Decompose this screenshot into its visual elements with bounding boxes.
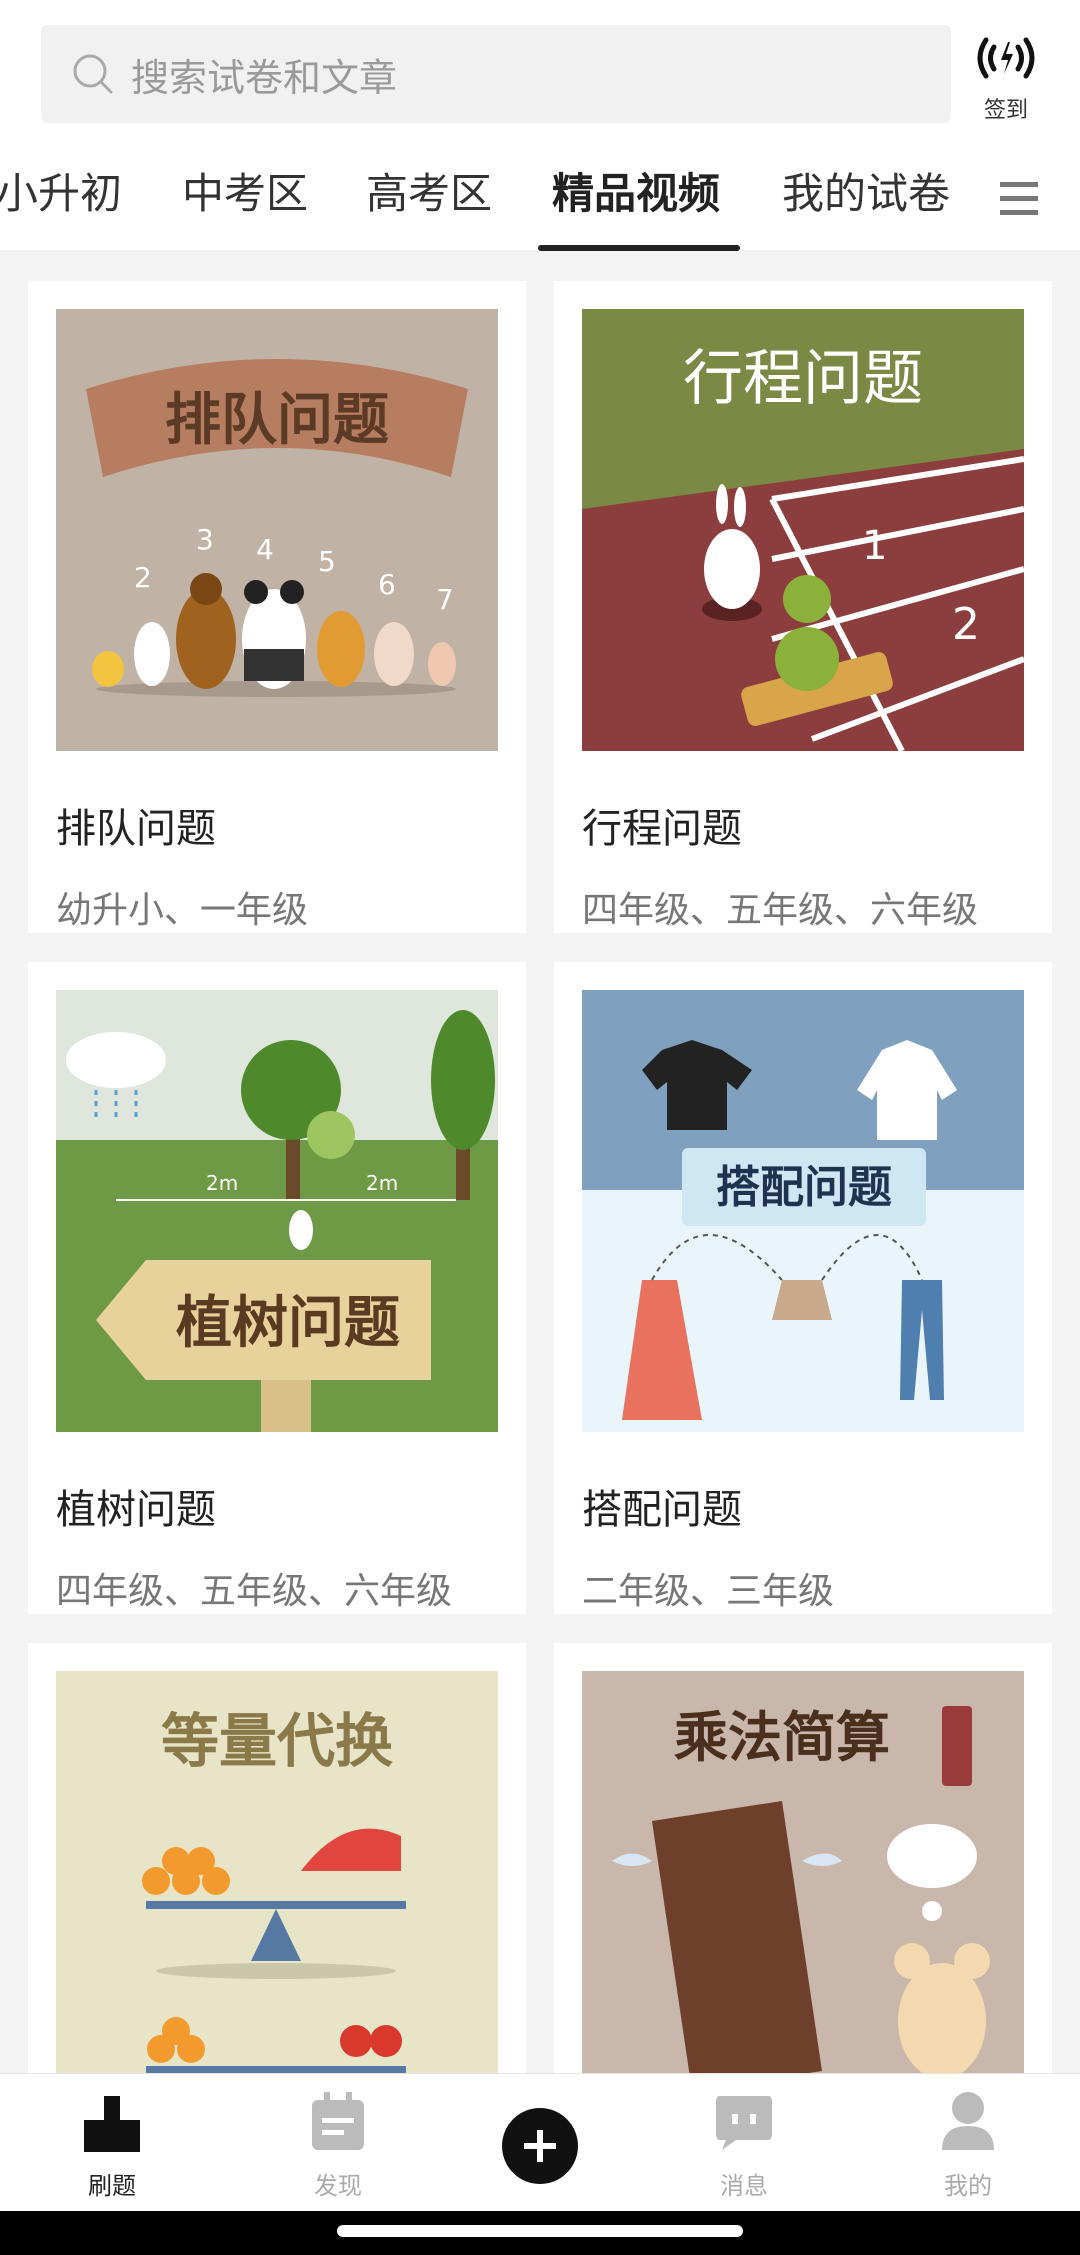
svg-text:2m: 2m [366, 1171, 398, 1195]
card-grades: 二年级、三年级 [582, 1571, 835, 1612]
person-icon [942, 2092, 994, 2150]
card-grades: 四年级、五年级、六年级 [582, 890, 979, 931]
video-thumbnail: 搭配问题 [582, 990, 1024, 1432]
nav-label: 刷题 [88, 2172, 136, 2200]
card-grades: 幼升小、一年级 [56, 890, 309, 931]
thumbnail-title: 植树问题 [176, 1291, 400, 1356]
nav-messages[interactable]: 消息 [664, 2074, 824, 2212]
search-icon [73, 54, 113, 94]
video-card[interactable]: 等量代换 [28, 1643, 526, 2143]
svg-text:2: 2 [952, 599, 980, 650]
video-thumbnail: 等量代换 [56, 1671, 498, 2101]
nav-label: 发现 [314, 2172, 362, 2200]
nav-me[interactable]: 我的 [888, 2074, 1048, 2212]
tab-zhongkao[interactable]: 中考区 [182, 160, 308, 221]
svg-text:1: 1 [862, 523, 887, 569]
video-card[interactable]: 行程问题 1 2 行程问题 四年级、五年级、六年级 [554, 281, 1052, 933]
tab-premium-video[interactable]: 精品视频 [552, 160, 720, 221]
card-title: 搭配问题 [582, 1487, 742, 1533]
svg-text:4: 4 [256, 533, 274, 566]
brush-icon [84, 2096, 140, 2152]
video-thumbnail: 2m 2m 植树问题 [56, 990, 498, 1432]
video-card[interactable]: 搭配问题 搭配问题 二年级、三年级 [554, 962, 1052, 1614]
tab-primary-to-junior[interactable]: 小升初 [0, 160, 122, 221]
nav-label: 消息 [720, 2172, 768, 2200]
menu-icon[interactable] [998, 178, 1040, 220]
search-input[interactable]: 搜索试卷和文章 [41, 25, 951, 123]
nav-discover[interactable]: 发现 [258, 2074, 418, 2212]
video-thumbnail: 排队问题 1 2 3 4 5 6 7 [56, 309, 498, 751]
bottom-nav: 刷题 发现 消息 我的 [0, 2073, 1080, 2212]
checkin-button[interactable]: 签到 [968, 30, 1044, 125]
svg-text:3: 3 [196, 523, 214, 556]
home-indicator-area [0, 2211, 1080, 2255]
svg-text:7: 7 [436, 583, 454, 616]
top-bar: 搜索试卷和文章 签到 小升初 中考区 高考区 精品视频 我的试卷 [0, 0, 1080, 251]
thumbnail-title: 排队问题 [165, 388, 389, 453]
card-title: 行程问题 [582, 806, 742, 852]
video-card[interactable]: 2m 2m 植树问题 植树问题 四年级、五年级、六年级 [28, 962, 526, 1614]
thumbnail-title: 搭配问题 [716, 1162, 892, 1213]
card-title: 植树问题 [56, 1487, 216, 1533]
card-title: 排队问题 [56, 806, 216, 852]
video-card[interactable]: 乘法简算 [554, 1643, 1052, 2143]
video-card[interactable]: 排队问题 1 2 3 4 5 6 7 排 [28, 281, 526, 933]
calendar-icon [312, 2092, 364, 2150]
svg-text:5: 5 [318, 545, 336, 578]
svg-text:2: 2 [134, 561, 152, 594]
tab-bar: 小升初 中考区 高考区 精品视频 我的试卷 [0, 160, 1080, 250]
add-button[interactable] [502, 2108, 578, 2184]
svg-text:6: 6 [378, 568, 396, 601]
search-placeholder: 搜索试卷和文章 [131, 55, 398, 100]
signal-icon [977, 37, 1035, 79]
home-indicator[interactable] [337, 2225, 743, 2237]
nav-practice[interactable]: 刷题 [32, 2074, 192, 2212]
thumbnail-title: 乘法简算 [674, 1706, 890, 1769]
thumbnail-title: 行程问题 [683, 344, 923, 414]
checkin-label: 签到 [983, 98, 1028, 123]
active-tab-indicator [538, 245, 740, 251]
card-grades: 四年级、五年级、六年级 [56, 1571, 453, 1612]
thumbnail-title: 等量代换 [161, 1707, 393, 1775]
svg-text:2m: 2m [206, 1171, 238, 1195]
tab-my-papers[interactable]: 我的试卷 [782, 160, 950, 221]
chat-icon [716, 2096, 772, 2150]
nav-label: 我的 [944, 2172, 992, 2200]
video-thumbnail: 乘法简算 [582, 1671, 1024, 2101]
plus-icon [524, 2130, 556, 2162]
video-thumbnail: 行程问题 1 2 [582, 309, 1024, 751]
tab-gaokao[interactable]: 高考区 [366, 160, 492, 221]
